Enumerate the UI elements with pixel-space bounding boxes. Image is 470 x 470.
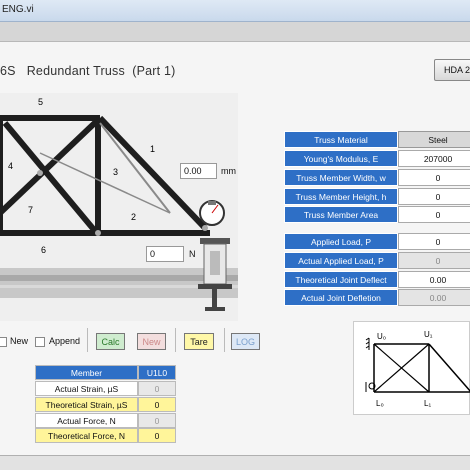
prop-label: Actual Applied Load, P: [284, 252, 398, 269]
dial-deflection-input[interactable]: 0.00: [180, 163, 217, 179]
joint-label-l0: L₀: [376, 399, 384, 408]
append-checkbox[interactable]: [35, 337, 45, 347]
prop-label: Applied Load, P: [284, 233, 398, 250]
table-row-value: 0: [138, 381, 176, 396]
window-title: ENG.vi: [2, 4, 34, 15]
joint-label-l1: L₁: [424, 399, 431, 408]
table-header: U1L0: [138, 365, 176, 380]
menu-bar: [0, 22, 470, 42]
theo-deflection-field[interactable]: 0.00: [398, 271, 470, 288]
modulus-field[interactable]: 207000: [398, 150, 470, 167]
toolbar-divider: [224, 328, 225, 352]
member-label-5: 5: [38, 97, 43, 107]
prop-label: Truss Material: [284, 131, 398, 148]
actual-deflection-field: 0.00: [398, 289, 470, 306]
load-unit-label: N: [189, 249, 196, 259]
table-row-value: 0: [138, 413, 176, 428]
material-select[interactable]: Steel: [398, 131, 470, 148]
toolbar-divider: [87, 328, 88, 352]
status-bar: [0, 455, 470, 470]
prop-label: Truss Member Area: [284, 206, 398, 223]
table-row-label: Theoretical Force, N: [35, 428, 138, 443]
page-title: 6S Redundant Truss (Part 1): [0, 64, 176, 78]
table-row-label: Actual Strain, µS: [35, 381, 138, 396]
load-input[interactable]: 0: [146, 246, 184, 262]
table-row-label: Theoretical Strain, µS: [35, 397, 138, 412]
prop-label: Young's Modulus, E: [284, 150, 398, 167]
width-field[interactable]: 0: [398, 169, 470, 186]
member-label-2: 2: [131, 212, 136, 222]
prop-label: Truss Member Width, w: [284, 169, 398, 186]
truss-photo: 5 1 4 3 7 2 6: [0, 93, 238, 321]
member-label-7: 7: [28, 205, 33, 215]
dial-unit-label: mm: [221, 166, 236, 176]
member-label-4: 4: [8, 161, 13, 171]
member-label-1: 1: [150, 144, 155, 154]
prop-label: Actual Joint Defletion: [284, 289, 398, 306]
actual-load-field: 0: [398, 252, 470, 269]
truss-photo-drawing: 5 1 4 3 7 2 6: [0, 93, 238, 321]
applied-load-field[interactable]: 0: [398, 233, 470, 250]
tare-button[interactable]: Tare: [184, 333, 214, 350]
log-button[interactable]: LOG: [231, 333, 260, 350]
new-checkbox[interactable]: [0, 337, 7, 347]
calc-button[interactable]: Calc: [96, 333, 125, 350]
member-label-3: 3: [113, 167, 118, 177]
toolbar-divider: [175, 328, 176, 352]
prop-label: Truss Member Height, h: [284, 188, 398, 205]
prop-label: Theoretical Joint Deflect: [284, 271, 398, 288]
append-checkbox-label: Append: [49, 336, 81, 346]
table-row-value: 0: [138, 428, 176, 443]
area-field[interactable]: 0: [398, 206, 470, 223]
table-row-label: Actual Force, N: [35, 413, 138, 428]
height-field[interactable]: 0: [398, 188, 470, 205]
member-label-6: 6: [41, 245, 46, 255]
new-checkbox-label: New: [10, 336, 29, 346]
table-row-value: 0: [138, 397, 176, 412]
window-titlebar: ENG.vi: [0, 0, 470, 22]
joint-label-u0: U₀: [377, 332, 386, 341]
truss-schematic-drawing: U₀ U₁ L₀ L₁: [365, 330, 470, 408]
hda-button[interactable]: HDA 2: [434, 59, 470, 81]
new-button[interactable]: New: [137, 333, 166, 350]
joint-label-u1: U₁: [424, 330, 433, 339]
truss-schematic: U₀ U₁ L₀ L₁: [353, 321, 470, 415]
table-header: Member: [35, 365, 138, 380]
